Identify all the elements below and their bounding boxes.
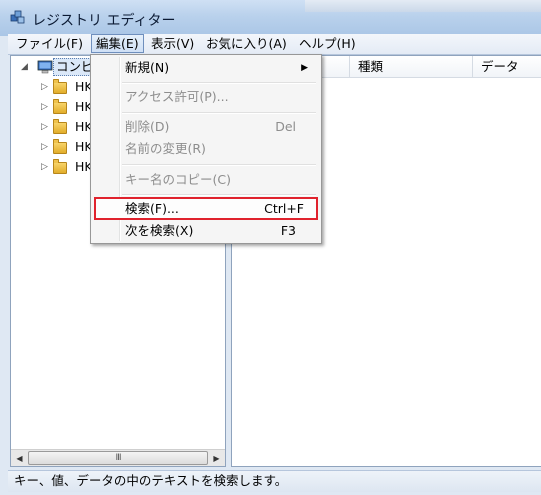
menu-separator: [122, 194, 316, 196]
menu-item-find-next[interactable]: 次を検索(X) F3: [94, 220, 318, 242]
folder-icon: [53, 79, 67, 94]
background-window-strip: [305, 0, 541, 12]
scroll-right-arrow-icon[interactable]: ▶: [208, 450, 225, 466]
menu-item-label: 名前の変更(R): [125, 141, 206, 156]
menu-item-shortcut: F3: [280, 223, 296, 238]
window-title: レジストリ エディター: [32, 13, 176, 29]
edit-menu-dropdown: 新規(N) ▶ アクセス許可(P)... 削除(D) Del 名前の変更(R) …: [90, 54, 322, 244]
menu-view[interactable]: 表示(V): [147, 35, 198, 52]
menu-item-label: 削除(D): [125, 119, 170, 134]
status-bar: キー、値、データの中のテキストを検索します。: [8, 470, 541, 492]
folder-icon: [53, 99, 67, 114]
scroll-left-arrow-icon[interactable]: ◀: [11, 450, 28, 466]
menu-item-label: キー名のコピー(C): [125, 172, 231, 187]
menu-help[interactable]: ヘルプ(H): [295, 35, 360, 52]
tree-horizontal-scrollbar[interactable]: ◀ III ▶: [11, 449, 225, 466]
menu-item-shortcut: Del: [275, 119, 296, 134]
submenu-arrow-icon: ▶: [301, 63, 308, 73]
menu-item-label: 次を検索(X): [125, 223, 194, 238]
column-header-data[interactable]: データ: [473, 56, 541, 78]
collapse-triangle-icon[interactable]: ◢: [21, 62, 29, 72]
menu-item-label: 検索(F)...: [125, 201, 179, 216]
menu-separator: [122, 164, 316, 166]
expand-triangle-icon[interactable]: ▷: [41, 162, 49, 172]
menu-item-label: 新規(N): [125, 60, 170, 75]
menu-edit[interactable]: 編集(E): [91, 34, 144, 53]
menu-bar: ファイル(F) 編集(E) 表示(V) お気に入り(A) ヘルプ(H): [8, 34, 541, 55]
menu-favorites[interactable]: お気に入り(A): [202, 35, 291, 52]
expand-triangle-icon[interactable]: ▷: [41, 102, 49, 112]
menu-item-rename[interactable]: 名前の変更(R): [94, 138, 318, 160]
menu-item-find[interactable]: 検索(F)... Ctrl+F: [94, 197, 318, 220]
menu-item-shortcut: Ctrl+F: [264, 201, 304, 216]
menu-item-delete[interactable]: 削除(D) Del: [94, 116, 318, 138]
menu-item-label: アクセス許可(P)...: [125, 89, 229, 104]
menu-separator: [122, 82, 316, 84]
menu-item-copy-key-name[interactable]: キー名のコピー(C): [94, 169, 318, 191]
menu-item-permissions[interactable]: アクセス許可(P)...: [94, 86, 318, 108]
menu-item-new[interactable]: 新規(N) ▶: [94, 57, 318, 79]
expand-triangle-icon[interactable]: ▷: [41, 122, 49, 132]
menu-separator: [122, 112, 316, 114]
folder-icon: [53, 139, 67, 154]
regedit-app-icon: [10, 10, 25, 24]
folder-icon: [53, 159, 67, 174]
expand-triangle-icon[interactable]: ▷: [41, 142, 49, 152]
column-header-type[interactable]: 種類: [350, 56, 473, 78]
menu-file[interactable]: ファイル(F): [12, 35, 87, 52]
folder-icon: [53, 119, 67, 134]
expand-triangle-icon[interactable]: ▷: [41, 82, 49, 92]
computer-icon: [37, 60, 53, 74]
scroll-thumb[interactable]: III: [28, 451, 208, 465]
tree-root-label: コンピ: [56, 59, 94, 74]
